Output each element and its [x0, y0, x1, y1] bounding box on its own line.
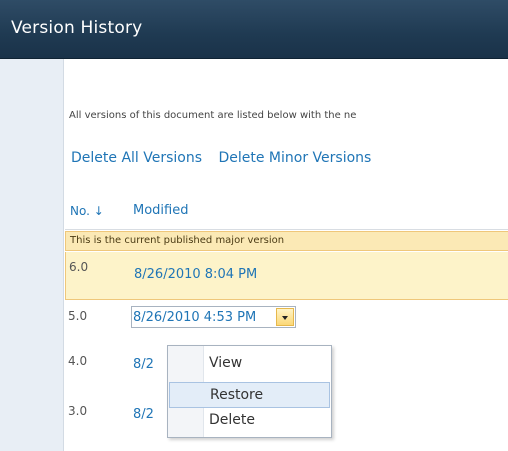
modified-date-link[interactable]: 8/2: [133, 357, 154, 372]
menu-item-view[interactable]: View: [169, 351, 330, 377]
window-title: Version History: [11, 18, 143, 38]
menu-item-restore[interactable]: Restore: [169, 382, 330, 408]
version-number: 5.0: [68, 309, 88, 323]
modified-date-dropdown[interactable]: 8/26/2010 4:53 PM: [131, 306, 296, 328]
version-number: 3.0: [68, 404, 88, 418]
delete-all-versions-link[interactable]: Delete All Versions: [71, 150, 202, 166]
current-version-banner: This is the current published major vers…: [65, 231, 508, 251]
menu-item-delete[interactable]: Delete: [169, 408, 330, 434]
table-header: No. ↓ Modified: [65, 196, 508, 230]
modified-date-link[interactable]: 8/26/2010 8:04 PM: [134, 267, 257, 282]
table-row: 6.0 8/26/2010 8:04 PM: [65, 252, 508, 300]
version-number: 6.0: [69, 260, 89, 274]
left-panel: [0, 59, 64, 451]
table-row: 5.0 8/26/2010 4:53 PM: [65, 301, 508, 343]
title-bar: Version History: [0, 0, 508, 59]
delete-minor-versions-link[interactable]: Delete Minor Versions: [218, 150, 371, 166]
version-context-menu: View Restore Delete: [167, 345, 332, 438]
column-header-no[interactable]: No. ↓: [70, 204, 104, 218]
version-number: 4.0: [68, 354, 88, 368]
toolbar-actions: Delete All Versions Delete Minor Version…: [71, 150, 383, 166]
chevron-down-icon[interactable]: [276, 308, 294, 326]
column-header-modified[interactable]: Modified: [133, 203, 188, 218]
modified-date-link[interactable]: 8/2: [133, 407, 154, 422]
modified-date-link[interactable]: 8/26/2010 4:53 PM: [133, 310, 256, 325]
description-text: All versions of this document are listed…: [69, 110, 357, 121]
